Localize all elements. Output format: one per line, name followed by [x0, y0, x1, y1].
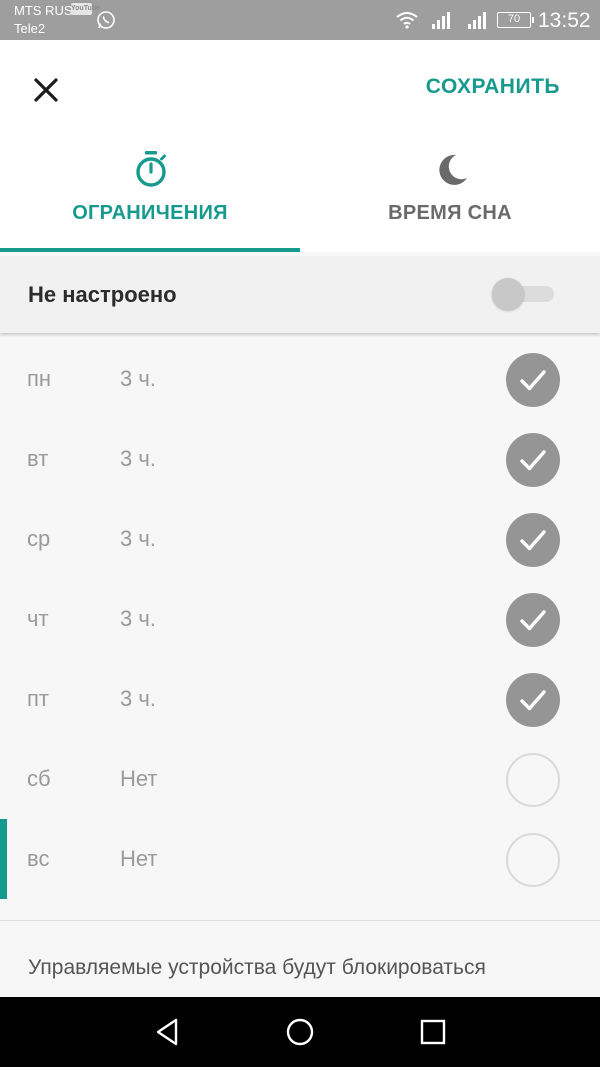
check-icon — [520, 690, 546, 711]
timer-icon — [136, 151, 166, 187]
tab-limits[interactable]: ОГРАНИЧЕНИЯ — [0, 140, 300, 252]
tab-sleep-label: ВРЕМЯ СНА — [388, 202, 512, 224]
day-checkbox[interactable] — [506, 673, 560, 727]
navigation-bar — [0, 997, 600, 1067]
day-checkbox[interactable] — [506, 593, 560, 647]
save-button[interactable]: СОХРАНИТЬ — [426, 75, 560, 99]
recents-icon[interactable] — [417, 1016, 449, 1048]
check-icon — [520, 450, 546, 471]
day-limit: Нет — [120, 846, 158, 871]
battery-icon: 70 — [497, 12, 534, 28]
toggle-thumb — [492, 278, 524, 310]
app-bar: СОХРАНИТЬ ОГРАНИЧЕНИЯ ВРЕМЯ СНА — [0, 40, 600, 252]
close-icon[interactable] — [28, 72, 64, 108]
day-row-thu[interactable]: чт 3 ч. — [0, 579, 600, 659]
day-row-fri[interactable]: пт 3 ч. — [0, 659, 600, 739]
tab-sleep[interactable]: ВРЕМЯ СНА — [300, 140, 600, 252]
home-icon[interactable] — [284, 1016, 316, 1048]
status-label: Не настроено — [28, 282, 177, 307]
day-checkbox[interactable] — [506, 353, 560, 407]
back-icon[interactable] — [152, 1016, 184, 1048]
day-name: сб — [27, 766, 51, 791]
day-checkbox[interactable] — [506, 513, 560, 567]
day-checkbox[interactable] — [506, 753, 560, 807]
day-limit: Нет — [120, 766, 158, 791]
day-row-sat[interactable]: сб Нет — [0, 739, 600, 819]
youtube-badge-icon: YouTube — [71, 3, 100, 15]
wifi-icon — [396, 12, 418, 29]
carrier-1: MTS RUS — [14, 3, 73, 18]
day-limit: 3 ч. — [120, 606, 156, 631]
day-checkbox[interactable] — [506, 833, 560, 887]
day-name: пт — [27, 686, 49, 711]
whatsapp-icon — [97, 11, 115, 29]
day-list: пн 3 ч. вт 3 ч. ср 3 ч. чт 3 ч. пт 3 ч. … — [0, 333, 600, 921]
day-row-tue[interactable]: вт 3 ч. — [0, 419, 600, 499]
active-tab-indicator — [0, 248, 300, 252]
description-text: Управляемые устройства будут блокировать… — [28, 956, 486, 979]
day-name: вс — [27, 846, 50, 871]
tab-limits-label: ОГРАНИЧЕНИЯ — [72, 202, 228, 224]
check-icon — [520, 370, 546, 391]
moon-icon — [439, 154, 467, 185]
day-row-sun[interactable]: вс Нет — [0, 819, 600, 899]
status-bar: MTS RUS YouTube Tele2 70 13:52 — [0, 0, 600, 40]
day-checkbox[interactable] — [506, 433, 560, 487]
check-icon — [520, 530, 546, 551]
check-icon — [520, 610, 546, 631]
day-limit: 3 ч. — [120, 446, 156, 471]
day-row-wed[interactable]: ср 3 ч. — [0, 499, 600, 579]
day-limit: 3 ч. — [120, 686, 156, 711]
status-toggle[interactable] — [492, 278, 554, 310]
clock: 13:52 — [538, 9, 591, 32]
day-name: вт — [27, 446, 49, 471]
day-limit: 3 ч. — [120, 526, 156, 551]
day-name: пн — [27, 366, 52, 391]
day-name: чт — [27, 606, 49, 631]
day-row-mon[interactable]: пн 3 ч. — [0, 339, 600, 419]
day-limit: 3 ч. — [120, 366, 156, 391]
day-name: ср — [27, 526, 51, 551]
signal-1-icon — [432, 12, 450, 29]
divider — [0, 920, 600, 921]
status-row: Не настроено — [0, 256, 600, 333]
selected-row-indicator — [0, 819, 7, 899]
carrier-2: Tele2 — [14, 21, 46, 36]
signal-2-icon — [468, 12, 486, 29]
